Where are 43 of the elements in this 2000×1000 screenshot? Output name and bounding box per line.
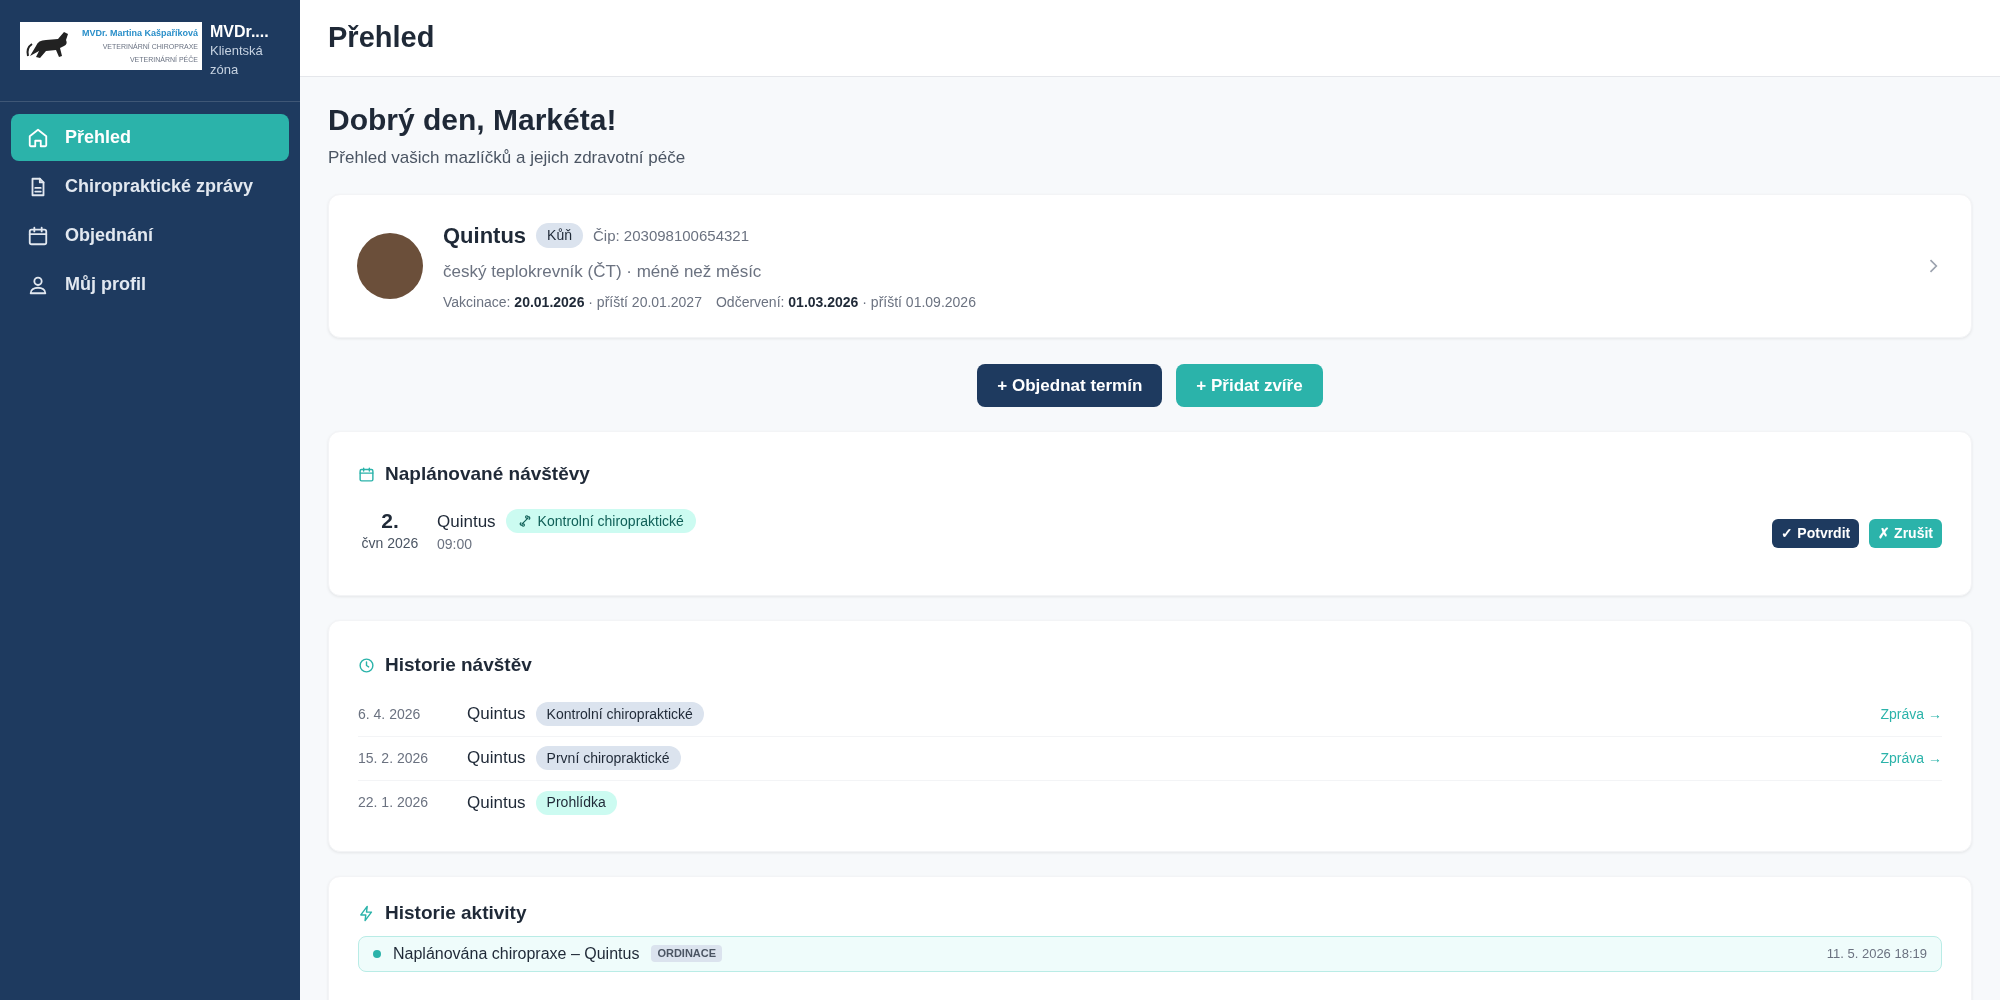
visit-date: 15. 2. 2026 <box>358 748 430 768</box>
activity-time: 11. 5. 2026 18:19 <box>1826 944 1927 963</box>
section-title: Historie aktivity <box>385 901 527 925</box>
medical-date: Odčervení: 01.03.2026 · příští 01.09.2026 <box>715 292 976 312</box>
greeting-subtitle: Přehled vašich mazlíčků a jejich zdravotní péče <box>328 146 687 169</box>
bone-icon <box>517 514 532 529</box>
chip-number: Čip: 203098100654321 <box>593 225 749 246</box>
visit-type: Kontrolní chiropraktické <box>537 511 684 531</box>
confirm-button[interactable]: ✓ Potvrdit <box>1772 518 1860 548</box>
visit-day: 2. <box>381 508 399 533</box>
sidebar-item[interactable]: Objednání <box>11 212 289 259</box>
visit-time: 09:00 <box>437 535 474 554</box>
medical-date: Vakcinace: 20.01.2026 · příští 20.01.2027 <box>443 292 702 312</box>
clock-icon <box>358 656 375 674</box>
pet-name: Quintus <box>467 703 526 726</box>
pet-name: Quintus <box>443 222 527 251</box>
pet-name: Quintus <box>437 510 496 533</box>
action-button[interactable]: + Objednat termín <box>977 364 1163 407</box>
pet-breed-age: český teplokrevník (ČT) · méně než měsíc <box>443 261 763 284</box>
source-badge: ORDINACE <box>651 945 723 962</box>
calendar-icon <box>358 465 375 483</box>
visit-type-tag: Kontrolní chiropraktické <box>535 702 704 726</box>
home-icon <box>27 126 49 149</box>
greeting-title: Dobrý den, Markéta! <box>328 102 618 138</box>
visit-date: 6. 4. 2026 <box>358 704 422 724</box>
sidebar-item[interactable]: Chiropraktické zprávy <box>11 163 289 210</box>
section-title: Naplánované návštěvy <box>385 462 590 486</box>
sidebar-item[interactable]: Můj profil <box>11 261 289 308</box>
section-title: Historie návštěv <box>385 653 532 677</box>
visit-type-tag: První chiropraktické <box>535 746 681 770</box>
calendar-icon <box>27 224 49 247</box>
brand-title: MVDr.... <box>210 22 270 41</box>
species-tag: Kůň <box>536 223 584 249</box>
activity-text: Naplánována chiropraxe – Quintus <box>393 943 640 964</box>
visit-date: 22. 1. 2026 <box>358 793 430 812</box>
logo-text: MVDr. Martina Kašpaříková <box>81 26 198 40</box>
page-title: Přehled <box>328 20 435 56</box>
brand-subtitle: Klientská zóna <box>210 42 264 79</box>
visit-month: čvn 2026 <box>361 533 419 553</box>
visit-type-tag: Prohlídka <box>535 790 617 815</box>
lightning-icon <box>358 904 375 922</box>
pet-name: Quintus <box>467 747 526 770</box>
pet-name: Quintus <box>467 791 526 814</box>
